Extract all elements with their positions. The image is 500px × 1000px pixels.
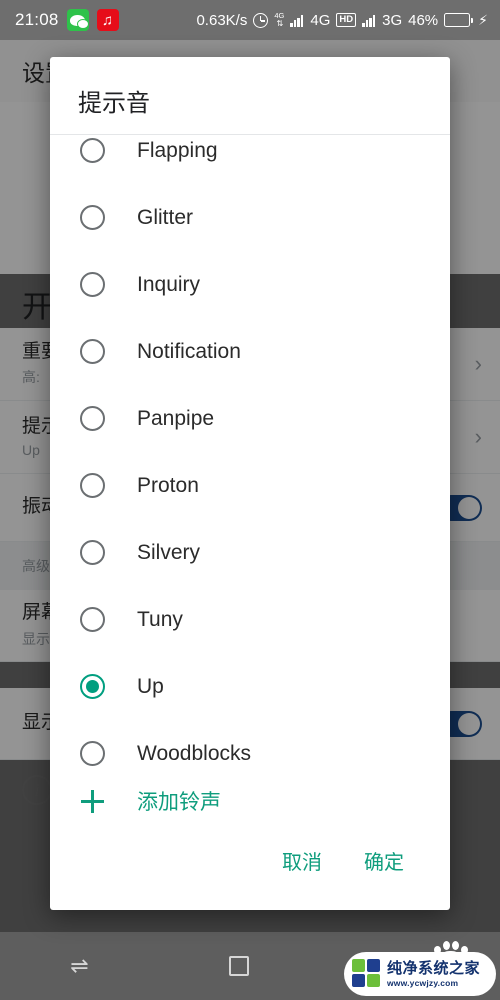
tone-option-label: Flapping — [137, 138, 218, 162]
sim2-network-label: 3G — [382, 11, 403, 29]
tone-option-label: Panpipe — [137, 406, 215, 430]
square-recents-icon[interactable] — [229, 956, 250, 976]
tone-option-flapping[interactable]: Flapping — [50, 135, 450, 184]
alarm-clock-icon — [253, 12, 269, 28]
tone-option-label: Woodblocks — [137, 741, 252, 765]
tone-option-label: Inquiry — [137, 272, 201, 296]
status-clock: 21:08 — [15, 10, 59, 29]
tone-option-label: Silvery — [137, 540, 201, 564]
tone-option-notification[interactable]: Notification — [50, 318, 450, 385]
plus-icon — [80, 789, 105, 814]
chevron-right-icon: › — [474, 424, 482, 449]
radio-unselected-icon[interactable] — [80, 540, 105, 565]
signal-bars-sim1-icon — [290, 14, 304, 27]
battery-icon — [444, 13, 474, 27]
radio-selected-icon[interactable] — [80, 674, 105, 699]
netease-music-icon: ♫ — [96, 9, 119, 31]
tone-option-panpipe[interactable]: Panpipe — [50, 385, 450, 452]
radio-unselected-icon[interactable] — [80, 205, 105, 230]
radio-unselected-icon[interactable] — [80, 607, 105, 632]
radio-unselected-icon[interactable] — [80, 339, 105, 364]
cancel-button[interactable]: 取消 — [282, 846, 322, 875]
tone-option-label: Tuny — [137, 607, 183, 631]
tone-option-inquiry[interactable]: Inquiry — [50, 251, 450, 318]
radio-unselected-icon[interactable] — [80, 741, 105, 766]
tone-option-list[interactable]: Flapping Glitter Inquiry Notification Panpip… — [50, 135, 450, 766]
tone-option-label: Proton — [137, 473, 199, 497]
radio-unselected-icon[interactable] — [80, 272, 105, 297]
site-watermark: 纯净系统之家 www.ycwjzy.com — [344, 940, 496, 998]
sim1-network-label: 4G — [310, 11, 331, 29]
watermark-brand: 纯净系统之家 — [387, 959, 481, 977]
dialog-action-bar: 取消 确定 — [50, 836, 450, 910]
swap-arrows-icon[interactable]: ⇌ — [70, 953, 88, 979]
data-transfer-icon: 4G ⇅ — [274, 11, 285, 28]
add-ringtone-row[interactable]: 添加铃声 — [50, 766, 450, 836]
chevron-right-icon: › — [474, 351, 482, 376]
watermark-url: www.ycwjzy.com — [387, 977, 459, 988]
watermark-logo-icon — [352, 959, 382, 989]
network-speed-label: 0.63K/s — [196, 11, 248, 29]
tone-option-proton[interactable]: Proton — [50, 452, 450, 519]
phone-screen: 21:08 ♫ 0.63K/s 4G ⇅ 4G HD 3G 46% ⚡ 设置 开… — [0, 0, 500, 1000]
tone-option-woodblocks[interactable]: Woodblocks — [50, 720, 450, 766]
status-right-group: 0.63K/s 4G ⇅ 4G HD 3G 46% ⚡ — [196, 12, 492, 29]
confirm-button[interactable]: 确定 — [364, 846, 404, 875]
tone-option-glitter[interactable]: Glitter — [50, 184, 450, 251]
tone-picker-dialog: 提示音 Flapping Glitter Inquiry Notification Pa… — [50, 57, 450, 910]
tone-option-tuny[interactable]: Tuny — [50, 586, 450, 653]
tone-option-label: Up — [137, 674, 164, 698]
radio-unselected-icon[interactable] — [80, 406, 105, 431]
tone-option-silvery[interactable]: Silvery — [50, 519, 450, 586]
tone-option-label: Glitter — [137, 205, 194, 229]
radio-unselected-icon[interactable] — [80, 138, 105, 163]
signal-bars-sim2-icon — [362, 14, 376, 27]
battery-percent-label: 46% — [408, 11, 439, 29]
charging-bolt-icon: ⚡ — [478, 11, 488, 28]
tone-option-label: Notification — [137, 339, 241, 363]
radio-unselected-icon[interactable] — [80, 473, 105, 498]
status-bar: 21:08 ♫ 0.63K/s 4G ⇅ 4G HD 3G 46% ⚡ — [0, 0, 500, 40]
wechat-icon — [66, 9, 90, 31]
dialog-title: 提示音 — [78, 90, 150, 117]
hd-badge-icon: HD — [336, 13, 357, 27]
info-icon[interactable]: i — [22, 775, 52, 805]
add-ringtone-label: 添加铃声 — [137, 791, 221, 814]
app-name-title: 开 — [22, 291, 52, 324]
tone-option-up[interactable]: Up — [50, 653, 450, 720]
